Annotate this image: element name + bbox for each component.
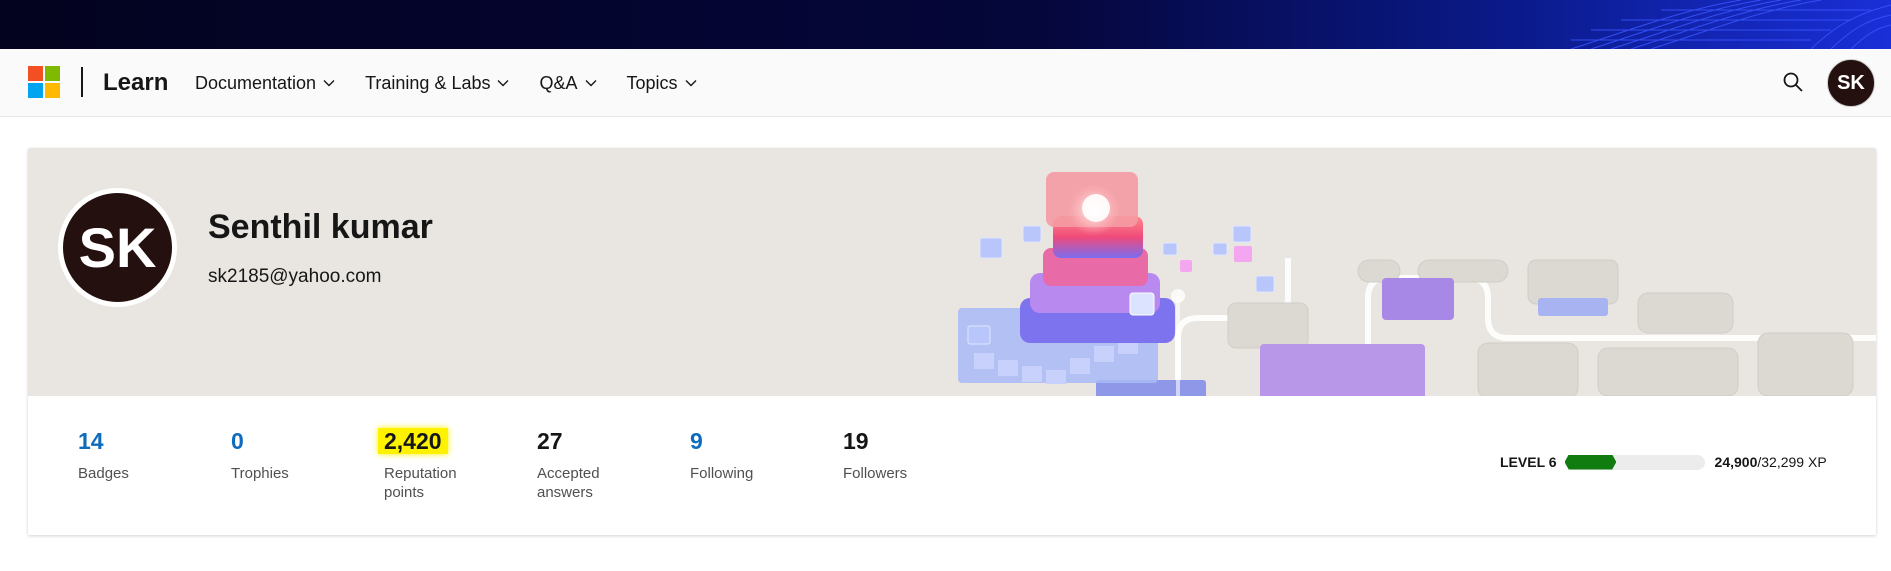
- stat-accepted-answers: 27 Accepted answers: [537, 428, 627, 502]
- nav-label: Training & Labs: [365, 72, 491, 93]
- stat-value-highlighted: 2,420: [378, 428, 448, 454]
- stat-value: 14: [78, 428, 104, 454]
- logo-divider: [81, 67, 83, 97]
- microsoft-logo[interactable]: [28, 66, 60, 98]
- level-label: LEVEL 6: [1500, 454, 1557, 470]
- level-progress: LEVEL 6 24,900/32,299 XP: [1500, 452, 1827, 472]
- chevron-down-icon: [323, 80, 335, 87]
- stat-value: 0: [231, 428, 244, 454]
- nav-label: Q&A: [539, 72, 578, 93]
- nav-qa[interactable]: Q&A: [539, 73, 596, 94]
- nav-documentation[interactable]: Documentation: [195, 73, 335, 94]
- stat-following[interactable]: 9 Following: [690, 428, 810, 483]
- stat-label: Reputation points: [384, 465, 457, 501]
- wireframe-decoration: [1570, 0, 1891, 49]
- top-banner: [0, 0, 1891, 49]
- profile-avatar: SK: [58, 188, 177, 307]
- stat-value: 27: [537, 428, 563, 454]
- stat-value: 19: [843, 428, 869, 454]
- xp-total: /32,299 XP: [1757, 454, 1827, 470]
- stat-label: Badges: [78, 465, 129, 482]
- xp-current: 24,900: [1714, 454, 1758, 470]
- search-icon[interactable]: [1781, 70, 1805, 94]
- xp-text: 24,900/32,299 XP: [1715, 454, 1827, 470]
- main-nav: Documentation Training & Labs Q&A Topics: [195, 49, 727, 117]
- stat-label: Accepted answers: [537, 465, 600, 501]
- nav-training-labs[interactable]: Training & Labs: [365, 73, 509, 94]
- stat-badges[interactable]: 14 Badges: [78, 428, 198, 483]
- user-avatar-button[interactable]: SK: [1827, 59, 1875, 107]
- nav-topics[interactable]: Topics: [627, 73, 697, 94]
- xp-progress-bar: [1564, 454, 1705, 470]
- chevron-down-icon: [685, 80, 697, 87]
- stat-label: Followers: [843, 465, 908, 482]
- stat-followers: 19 Followers: [843, 428, 963, 483]
- chevron-down-icon: [497, 80, 509, 87]
- stat-reputation: 2,420 Reputation points: [378, 428, 474, 502]
- stat-value: 9: [690, 428, 703, 454]
- nav-label: Topics: [626, 72, 678, 93]
- stat-trophies[interactable]: 0 Trophies: [231, 428, 351, 483]
- brand-learn-link[interactable]: Learn: [103, 69, 168, 97]
- profile-email: sk2185@yahoo.com: [208, 266, 382, 287]
- stat-label: Trophies: [231, 465, 289, 482]
- site-header: Learn Documentation Training & Labs Q&A …: [0, 49, 1891, 117]
- chevron-down-icon: [585, 80, 596, 87]
- stat-label: Following: [690, 465, 754, 482]
- profile-card: SK Senthil kumar sk2185@yahoo.com 14 Bad…: [28, 148, 1876, 535]
- xp-progress-fill: [1564, 454, 1617, 470]
- profile-stats: 14 Badges 0 Trophies 2,420 Reputation po…: [28, 396, 1876, 535]
- nav-label: Documentation: [195, 72, 317, 93]
- profile-hero-banner: SK Senthil kumar sk2185@yahoo.com: [28, 148, 1876, 396]
- profile-name: Senthil kumar: [208, 208, 433, 246]
